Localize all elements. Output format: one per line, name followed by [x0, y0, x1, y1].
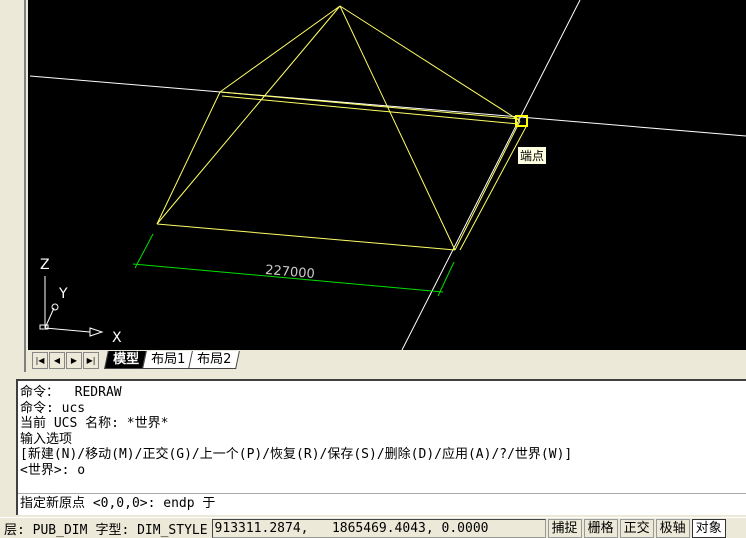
polar-toggle[interactable]: 极轴	[655, 518, 690, 538]
history-line: 命令： REDRAW	[20, 385, 122, 400]
prev-tab-button[interactable]: ◀	[49, 351, 65, 369]
snap-toggle[interactable]: 捕捉	[547, 518, 582, 538]
last-tab-button[interactable]: ▶|	[83, 351, 99, 369]
ucs-line-horizontal	[29, 75, 746, 137]
layout-tab-bar: |◀ ◀ ▶ ▶| 模型 布局1 布局2	[28, 350, 746, 370]
first-tab-button[interactable]: |◀	[32, 351, 48, 369]
history-line: 命令: ucs	[20, 400, 86, 416]
model-geometry: 227000 Z Y X	[29, 0, 746, 350]
history-line: 当前 UCS 名称: *世界*	[20, 416, 169, 432]
ucs-x-label: X	[112, 330, 122, 346]
history-line: <世界>: o	[20, 462, 86, 478]
dimension-text: 227000	[265, 263, 316, 282]
history-line: 输入选项	[20, 431, 73, 447]
drawing-canvas[interactable]: 227000 Z Y X	[28, 0, 746, 350]
ortho-toggle[interactable]: 正交	[619, 518, 654, 538]
command-window: 命令： REDRAW 命令: ucs 当前 UCS 名称: *世界* 输入选项 …	[16, 379, 746, 515]
left-toolbar-strip	[0, 0, 26, 372]
command-input[interactable]: 指定新原点 <0,0,0>: endp 于	[18, 493, 746, 514]
ucs-z-label: Z	[40, 257, 50, 273]
tab-model[interactable]: 模型	[104, 351, 148, 369]
history-line: [新建(N)/移动(M)/正交(G)/上一个(P)/恢复(R)/保存(S)/删除…	[20, 447, 573, 463]
osnap-tooltip: 端点	[517, 146, 548, 165]
osnap-toggle[interactable]: 对象	[691, 518, 726, 538]
next-tab-button[interactable]: ▶	[66, 351, 82, 369]
grid-toggle[interactable]: 栅格	[583, 518, 618, 538]
ucs-line-steep	[401, 0, 581, 350]
tab-layout1[interactable]: 布局1	[142, 351, 195, 369]
ucs-icon	[39, 276, 104, 337]
tab-layout2[interactable]: 布局2	[188, 351, 241, 369]
ucs-y-label: Y	[58, 286, 68, 302]
status-bar: 层: PUB_DIM 字型: DIM_STYLE 913311.2874, 18…	[0, 517, 746, 538]
command-history: 命令： REDRAW 命令: ucs 当前 UCS 名称: *世界* 输入选项 …	[18, 381, 746, 493]
current-layer: 层: PUB_DIM	[4, 522, 88, 538]
coordinate-readout: 913311.2874, 1865469.4043, 0.0000	[211, 518, 546, 538]
current-text-style: 字型: DIM_STYLE	[95, 522, 208, 538]
